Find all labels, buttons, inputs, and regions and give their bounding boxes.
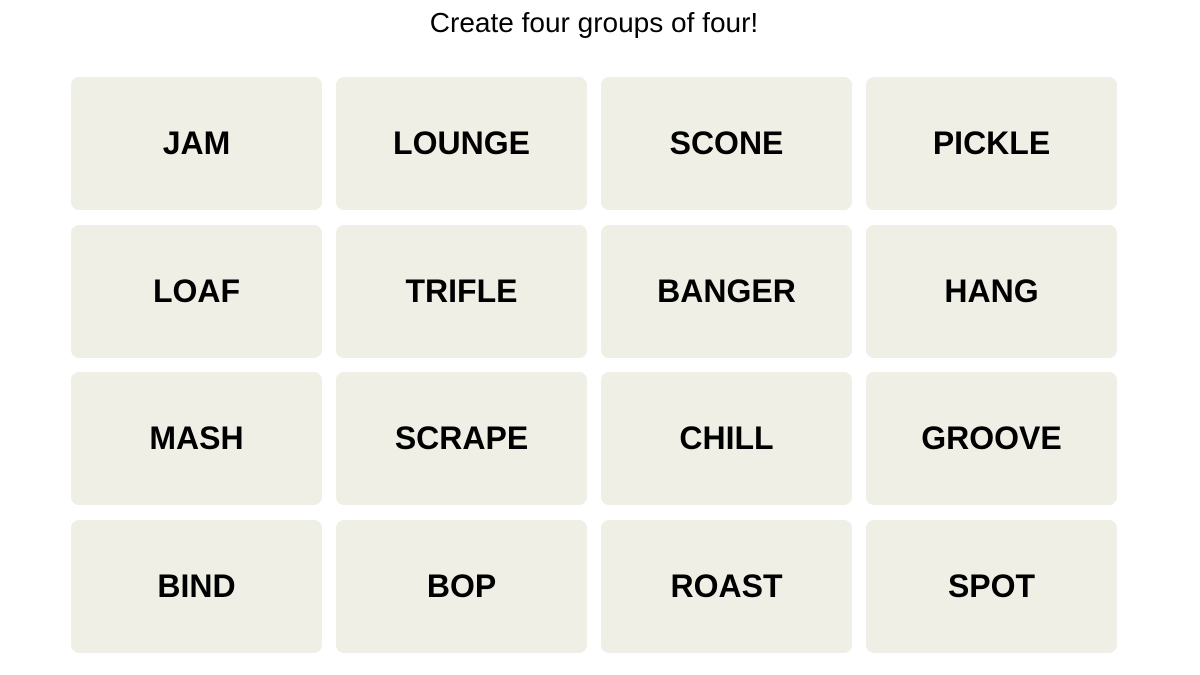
word-tile[interactable]: LOAF bbox=[71, 224, 322, 358]
word-tile[interactable]: BOP bbox=[336, 519, 587, 653]
word-label: BANGER bbox=[657, 272, 796, 309]
word-tile[interactable]: JAM bbox=[71, 77, 322, 210]
word-tile[interactable]: BIND bbox=[71, 519, 322, 653]
word-label: CHILL bbox=[679, 420, 774, 456]
word-tile[interactable]: SPOT bbox=[866, 519, 1117, 653]
word-tile[interactable]: TRIFLE bbox=[336, 224, 587, 358]
word-label: SCRAPE bbox=[394, 420, 529, 456]
word-label: SCONE bbox=[669, 125, 784, 161]
word-label: MASH bbox=[149, 420, 244, 456]
word-label: LOAF bbox=[152, 272, 241, 309]
word-label: GROOVE bbox=[921, 420, 1062, 456]
word-tile[interactable]: CHILL bbox=[601, 372, 852, 505]
word-tile[interactable]: PICKLE bbox=[866, 77, 1117, 210]
word-tile[interactable]: SCRAPE bbox=[336, 372, 587, 505]
word-label: SPOT bbox=[947, 567, 1036, 604]
word-label: JAM bbox=[162, 125, 231, 161]
word-label: LOUNGE bbox=[393, 125, 530, 161]
word-tile[interactable]: SCONE bbox=[601, 77, 852, 210]
word-grid: JAM LOUNGE SCONE PICKLE LOAF TRIFLE BANG… bbox=[71, 77, 1117, 653]
word-label: BIND bbox=[157, 567, 236, 604]
word-label: BOP bbox=[426, 567, 497, 604]
word-label: TRIFLE bbox=[405, 272, 518, 309]
word-tile[interactable]: HANG bbox=[866, 224, 1117, 358]
word-tile[interactable]: LOUNGE bbox=[336, 77, 587, 210]
word-label: PICKLE bbox=[932, 125, 1051, 161]
word-tile[interactable]: BANGER bbox=[601, 224, 852, 358]
word-tile[interactable]: GROOVE bbox=[866, 372, 1117, 505]
word-tile[interactable]: ROAST bbox=[601, 519, 852, 653]
word-label: ROAST bbox=[670, 567, 783, 604]
word-tile[interactable]: MASH bbox=[71, 372, 322, 505]
word-label: HANG bbox=[944, 272, 1039, 309]
instructions-text: Create four groups of four! bbox=[429, 7, 759, 38]
